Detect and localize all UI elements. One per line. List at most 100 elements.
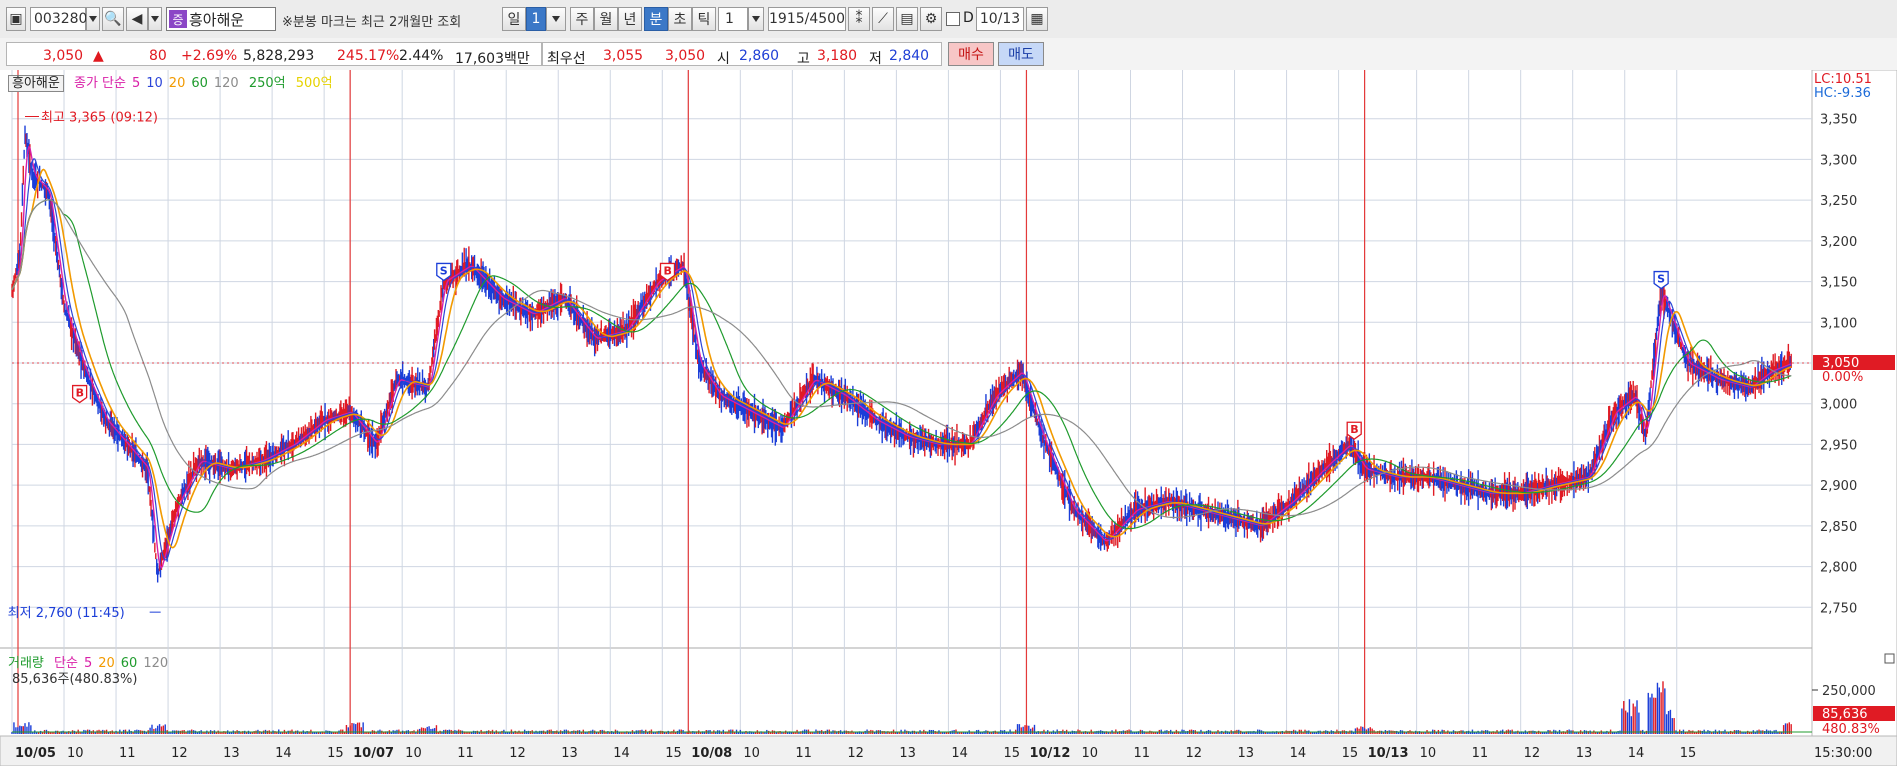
- price-chart[interactable]: 2,750 2,800 2,850 2,900 2,950 3,000 3,050 3,100…: [0, 70, 1897, 766]
- open-value: 2,860: [739, 48, 780, 64]
- period-second-button[interactable]: 초: [668, 7, 692, 31]
- x-tick-label: 15: [1342, 746, 1359, 761]
- x-tick-label: 11: [119, 746, 136, 761]
- y-tick-label: 2,850: [1820, 520, 1857, 535]
- x-tick-label: 14: [275, 746, 292, 761]
- current-price: 3,050: [43, 48, 84, 64]
- buy-button[interactable]: 매수: [948, 42, 994, 66]
- volume-panel-button[interactable]: [1884, 653, 1895, 664]
- legend-amount-250: 250억: [248, 76, 286, 91]
- y-axis-panel: [1811, 70, 1897, 766]
- x-tick-label: 13: [1238, 746, 1255, 761]
- toolbar: ▣ 003280 🔍 ◀ 증 흥아해운 ※분봉 마크는 최근 2개월만 조회 일…: [0, 0, 1897, 39]
- settings-button[interactable]: ⚙: [920, 7, 942, 31]
- indicator-button[interactable]: ⁑: [848, 7, 870, 31]
- volume-tag-pct: 480.83%: [1822, 722, 1880, 737]
- stock-code-input[interactable]: 003280: [30, 7, 88, 31]
- y-tick-label: 2,800: [1820, 561, 1857, 576]
- x-tick-label: 12: [1186, 746, 1203, 761]
- period-minute-button[interactable]: 분: [644, 7, 668, 31]
- sell-button[interactable]: 매도: [998, 42, 1044, 66]
- legend-price-label: 종가 단순: [73, 76, 126, 91]
- hc-label: HC:-9.36: [1814, 86, 1871, 101]
- x-tick-label: 10/13: [1368, 746, 1409, 761]
- date-input[interactable]: 10/13: [976, 7, 1024, 31]
- lc-label: LC:10.51: [1814, 72, 1872, 87]
- stock-code-value: 003280: [34, 11, 88, 27]
- chevron-down-icon: [752, 16, 760, 22]
- draw-tool-button[interactable]: ⟋: [872, 7, 894, 31]
- up-arrow-icon: ▲: [93, 48, 104, 64]
- x-tick-label: 14: [1290, 746, 1307, 761]
- d-checkbox-label: D: [963, 10, 974, 26]
- high-value: 3,180: [817, 48, 858, 64]
- x-tick-label: 15: [1003, 746, 1020, 761]
- period-year-button[interactable]: 년: [618, 7, 642, 31]
- change-value: 80: [149, 48, 167, 64]
- x-tick-label: 10: [1081, 746, 1098, 761]
- search-button[interactable]: 🔍: [102, 7, 124, 31]
- volume-ratio: 245.17%: [337, 48, 400, 64]
- current-price-tag-label: 3,050: [1822, 356, 1859, 371]
- x-tick-label: 13: [223, 746, 240, 761]
- buy-button-label: 매수: [958, 47, 984, 63]
- legend-ma20: 20: [168, 76, 186, 91]
- low-value: 2,840: [889, 48, 930, 64]
- data-count-input[interactable]: 1915/4500: [768, 7, 846, 31]
- period-week-button[interactable]: 주: [570, 7, 594, 31]
- period-tick-button[interactable]: 틱: [692, 7, 716, 31]
- stock-code-dropdown[interactable]: [86, 7, 100, 31]
- price-box: 최우선 3,055 3,050 시 2,860 고 3,180 저 2,840: [542, 42, 942, 67]
- save-button[interactable]: ▤: [896, 7, 918, 31]
- turnover-value: 2.44%: [399, 48, 444, 64]
- x-tick-label: 11: [457, 746, 474, 761]
- y-tick-label: 3,300: [1820, 153, 1857, 168]
- period-minute-label: 분: [649, 12, 663, 28]
- stock-name: 흥아해운: [189, 10, 245, 29]
- x-tick-label: 11: [1133, 746, 1150, 761]
- sound-button[interactable]: ◀: [126, 7, 148, 31]
- chart-area[interactable]: 2,750 2,800 2,850 2,900 2,950 3,000 3,050 3,100…: [0, 70, 1897, 766]
- change-percent: +2.69%: [181, 48, 238, 64]
- interval-dropdown[interactable]: [748, 7, 764, 31]
- x-tick-label: 14: [1628, 746, 1645, 761]
- best-ask-value: 3,055: [603, 48, 644, 64]
- sound-dropdown[interactable]: [148, 7, 162, 31]
- open-label: 시: [717, 51, 730, 67]
- period-day-dropdown[interactable]: [546, 7, 566, 31]
- d-checkbox[interactable]: [946, 12, 960, 26]
- x-tick-label: 13: [899, 746, 916, 761]
- high-annotation: 최고 3,365 (09:12): [41, 111, 158, 126]
- stock-name-box[interactable]: 증 흥아해운: [166, 7, 276, 31]
- legend-ma5: 5: [131, 76, 141, 91]
- x-tick-label: 11: [795, 746, 812, 761]
- trend-line-icon: ⟋: [878, 11, 888, 27]
- buy-mark-label: B: [76, 387, 84, 400]
- data-count-value: 1915/4500: [769, 11, 845, 27]
- chart-menu-button[interactable]: ▣: [6, 7, 26, 31]
- period-day-count[interactable]: 1: [526, 7, 546, 31]
- search-icon: 🔍: [104, 11, 122, 27]
- volume-tag-label: 85,636: [1822, 707, 1868, 722]
- calendar-icon: ▦: [1030, 11, 1044, 27]
- sell-mark-label: S: [1657, 273, 1665, 286]
- volume-y-tick-label: 250,000: [1822, 684, 1876, 699]
- amount-value: 17,603백만: [455, 51, 530, 67]
- period-month-button[interactable]: 월: [594, 7, 618, 31]
- y-tick-label: 3,200: [1820, 235, 1857, 250]
- y-tick-label: 3,150: [1820, 276, 1857, 291]
- x-tick-label: 10: [67, 746, 84, 761]
- x-tick-label: 10/12: [1029, 746, 1070, 761]
- x-tick-label: 13: [561, 746, 578, 761]
- volume-last-value: 85,636주(480.83%): [12, 672, 138, 687]
- price-legend: 흥아해운 종가 단순 5 10 20 60 120 250억 500억: [8, 72, 339, 92]
- y-tick-label: 2,950: [1820, 438, 1857, 453]
- interval-input[interactable]: 1: [718, 7, 748, 31]
- period-day-button[interactable]: 일: [502, 7, 526, 31]
- legend-stock-name: 흥아해운: [8, 75, 64, 92]
- chevron-down-icon: [89, 16, 97, 22]
- best-bid-value: 3,050: [665, 48, 706, 64]
- date-value: 10/13: [979, 11, 1021, 27]
- period-day-count-value: 1: [531, 11, 541, 27]
- calendar-button[interactable]: ▦: [1026, 7, 1048, 31]
